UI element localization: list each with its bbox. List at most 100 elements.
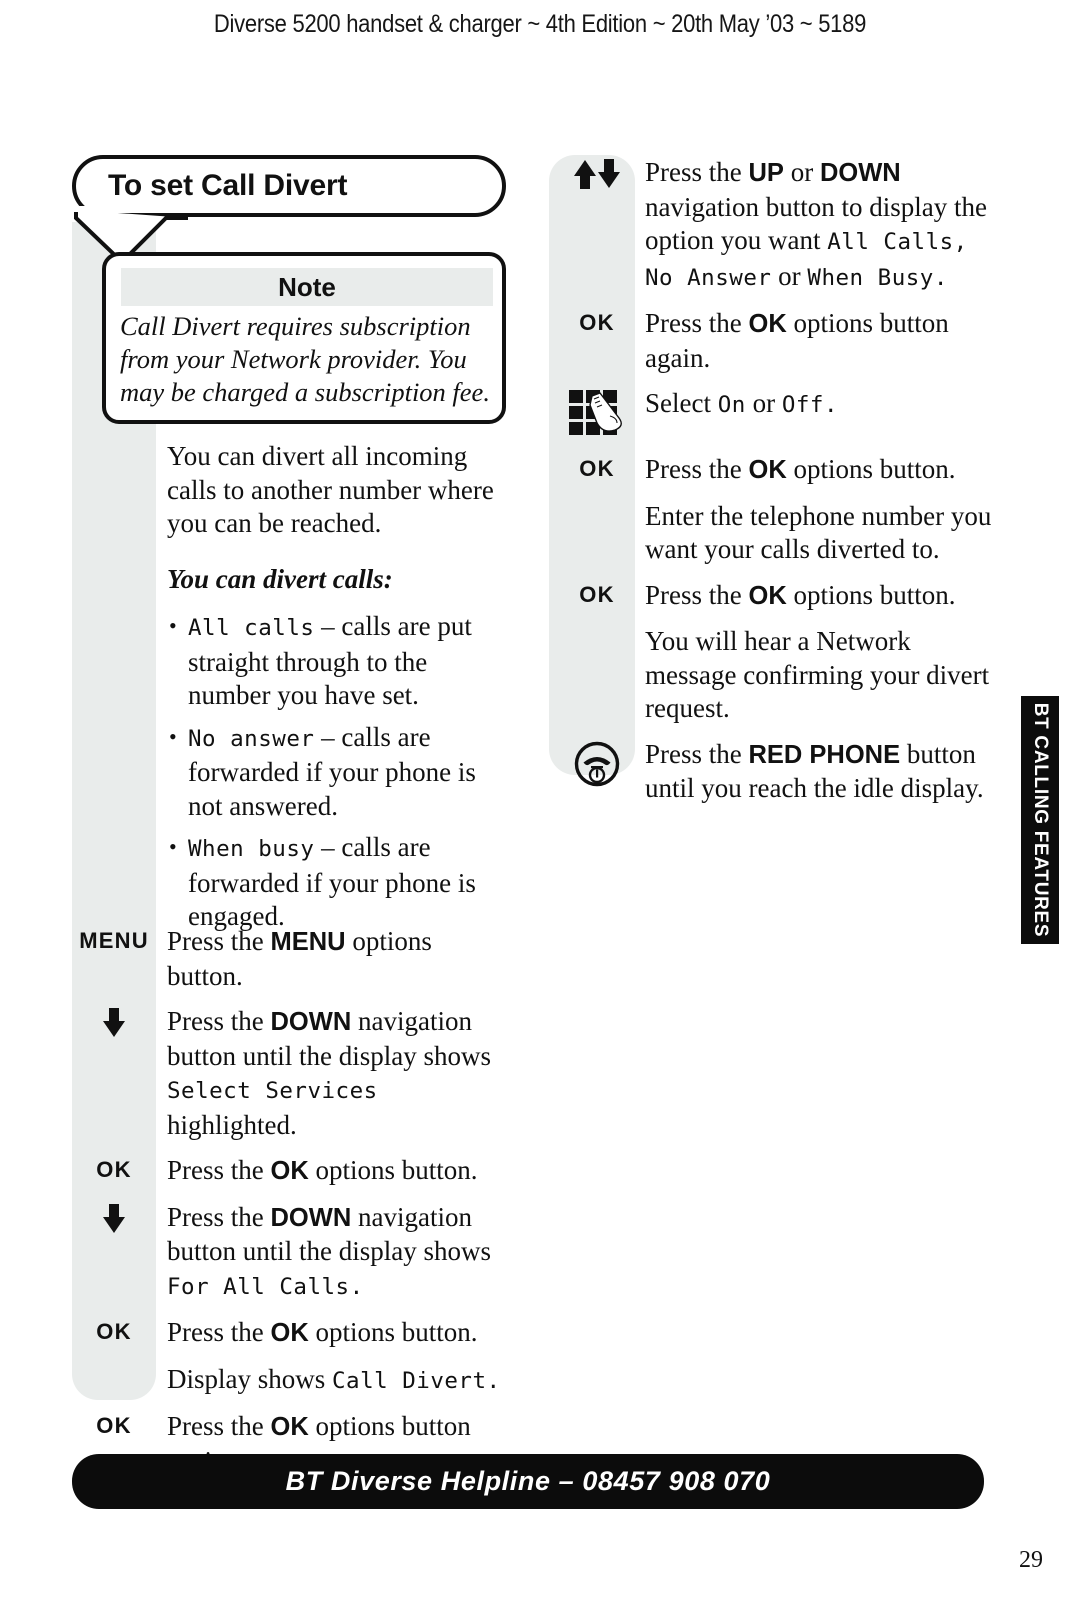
section-side-tab: BT CALLING FEATURES xyxy=(1021,696,1059,944)
lcd-text: On xyxy=(717,392,746,418)
step-text-pre: Press the xyxy=(645,454,749,484)
step-row: Press the UP or DOWN navigation button t… xyxy=(549,156,997,295)
list-item: When busy – calls are forwarded if your … xyxy=(167,830,512,934)
step-row: OK Press the OK options button. xyxy=(549,579,997,614)
lcd-text-2: Off. xyxy=(781,392,839,418)
helpline-bar: BT Diverse Helpline – 08457 908 070 xyxy=(72,1454,984,1509)
ok-key-label: OK xyxy=(96,1413,132,1438)
step-text-bold: RED PHONE xyxy=(748,740,901,769)
step-text: Press the OK options button. xyxy=(645,453,997,488)
step-text-bold: OK xyxy=(270,1319,309,1347)
ok-key-label: OK xyxy=(96,1157,132,1182)
running-head: Diverse 5200 handset & charger ~ 4th Edi… xyxy=(213,10,867,38)
step-text-bold: OK xyxy=(270,1413,309,1441)
ok-key-icon: OK xyxy=(72,1154,156,1183)
step-text-bold: OK xyxy=(748,310,787,338)
step-text: Select On or Off. xyxy=(645,387,997,423)
step-text: You will hear a Network message confirmi… xyxy=(645,626,990,723)
step-text-pre: Press the xyxy=(167,1155,271,1185)
step-row: Enter the telephone number you want your… xyxy=(549,500,997,567)
step-text-pre: Press the xyxy=(645,157,749,187)
step-text: Press the OK options button again. xyxy=(645,307,997,375)
note-body: Call Divert requires subscription from y… xyxy=(120,311,490,407)
step-text-bold: OK xyxy=(270,1157,309,1185)
step-text: Enter the telephone number you want your… xyxy=(645,500,992,565)
step-text-pre: Press the xyxy=(167,1006,271,1036)
down-arrow-icon xyxy=(72,1005,156,1038)
step-text-pre: Press the xyxy=(167,1317,271,1347)
lcd-text: When busy xyxy=(188,836,315,862)
note-box: Note Call Divert requires subscription f… xyxy=(102,252,506,424)
side-tab-label: BT CALLING FEATURES xyxy=(1030,702,1051,938)
step-text-tail: highlighted. xyxy=(167,1109,297,1140)
ok-key-icon: OK xyxy=(72,1316,156,1345)
ok-key-label: OK xyxy=(579,581,615,607)
step-text-bold: OK xyxy=(748,456,787,484)
menu-key-label: MENU xyxy=(79,928,149,953)
ok-key-label: OK xyxy=(579,456,615,481)
keypad-icon xyxy=(549,387,645,441)
step-text-bold2: DOWN xyxy=(819,159,901,187)
left-step-list: MENU Press the MENU options button. Pres… xyxy=(72,925,512,1490)
step-text-pre: Press the xyxy=(645,308,749,338)
list-item: No answer – calls are forwarded if your … xyxy=(167,720,512,824)
page-title: To set Call Divert xyxy=(108,169,348,202)
divert-options-list: All calls – calls are put straight throu… xyxy=(167,609,512,934)
step-text-pre: Press the xyxy=(167,926,271,956)
note-heading: Note xyxy=(121,268,493,306)
step-row: You will hear a Network message confirmi… xyxy=(549,625,997,726)
step-text-bold: DOWN xyxy=(270,1203,352,1232)
step-text-pre: Select xyxy=(645,388,718,418)
step-row: Press the DOWN navigation button until t… xyxy=(72,1201,512,1305)
ok-key-label: OK xyxy=(579,310,615,335)
step-text-mid: or xyxy=(783,157,820,187)
step-text: Press the MENU options button. xyxy=(156,925,512,993)
step-text-pre: Press the xyxy=(645,738,749,769)
left-column-prose: You can divert all incoming calls to ano… xyxy=(167,440,512,942)
lcd-text: For All Calls. xyxy=(167,1273,364,1300)
step-text: Press the OK options button. xyxy=(645,579,997,614)
step-text-bold: UP xyxy=(748,159,784,187)
step-text-post: options button. xyxy=(786,579,956,610)
step-row: MENU Press the MENU options button. xyxy=(72,925,512,993)
step-text-bold: DOWN xyxy=(270,1008,352,1036)
step-row: OK Press the OK options button again. xyxy=(549,307,997,375)
step-text-pre: Press the xyxy=(645,579,749,610)
step-text-post: options button. xyxy=(308,1155,478,1185)
step-text: Press the OK options button. xyxy=(156,1316,512,1351)
no-icon xyxy=(549,500,645,503)
step-text-pre: Display shows xyxy=(167,1363,333,1394)
no-icon xyxy=(549,625,645,628)
lcd-text: Call Divert. xyxy=(332,1367,501,1394)
step-row: Press the RED PHONE button until you rea… xyxy=(549,738,997,806)
step-text: Press the OK options button. xyxy=(156,1154,512,1189)
ok-key-icon: OK xyxy=(72,1410,156,1439)
step-row: OK Press the OK options button. xyxy=(549,453,997,488)
manual-page: Diverse 5200 handset & charger ~ 4th Edi… xyxy=(0,0,1080,1605)
lcd-text: Select Services xyxy=(167,1078,378,1104)
up-down-arrows-icon xyxy=(549,156,645,189)
step-text-tail: or xyxy=(771,260,808,291)
step-text-post: options button. xyxy=(786,454,956,484)
step-row: OK Press the OK options button. xyxy=(72,1154,512,1189)
step-text: Press the RED PHONE button until you rea… xyxy=(645,738,997,806)
lcd-text: No answer xyxy=(188,725,315,752)
menu-key-icon: MENU xyxy=(72,925,156,954)
no-icon xyxy=(72,1363,156,1366)
step-text-pre: Press the xyxy=(167,1201,271,1232)
red-phone-icon xyxy=(549,738,645,792)
ok-key-icon: OK xyxy=(549,307,645,336)
page-number: 29 xyxy=(1019,1547,1043,1573)
step-text: Press the DOWN navigation button until t… xyxy=(156,1005,512,1142)
step-row: Press the DOWN navigation button until t… xyxy=(72,1005,512,1142)
right-step-list: Press the UP or DOWN navigation button t… xyxy=(549,156,997,818)
step-text-bold: MENU xyxy=(270,928,346,956)
step-row: Select On or Off. xyxy=(549,387,997,441)
ok-key-icon: OK xyxy=(549,579,645,608)
step-text-post: options button. xyxy=(308,1317,478,1347)
step-text: Display shows Call Divert. xyxy=(156,1363,512,1399)
lcd-text: All calls xyxy=(188,615,315,641)
step-text: Press the DOWN navigation button until t… xyxy=(156,1201,512,1305)
step-text-bold: OK xyxy=(748,581,787,610)
intro-paragraph: You can divert all incoming calls to ano… xyxy=(167,441,494,538)
